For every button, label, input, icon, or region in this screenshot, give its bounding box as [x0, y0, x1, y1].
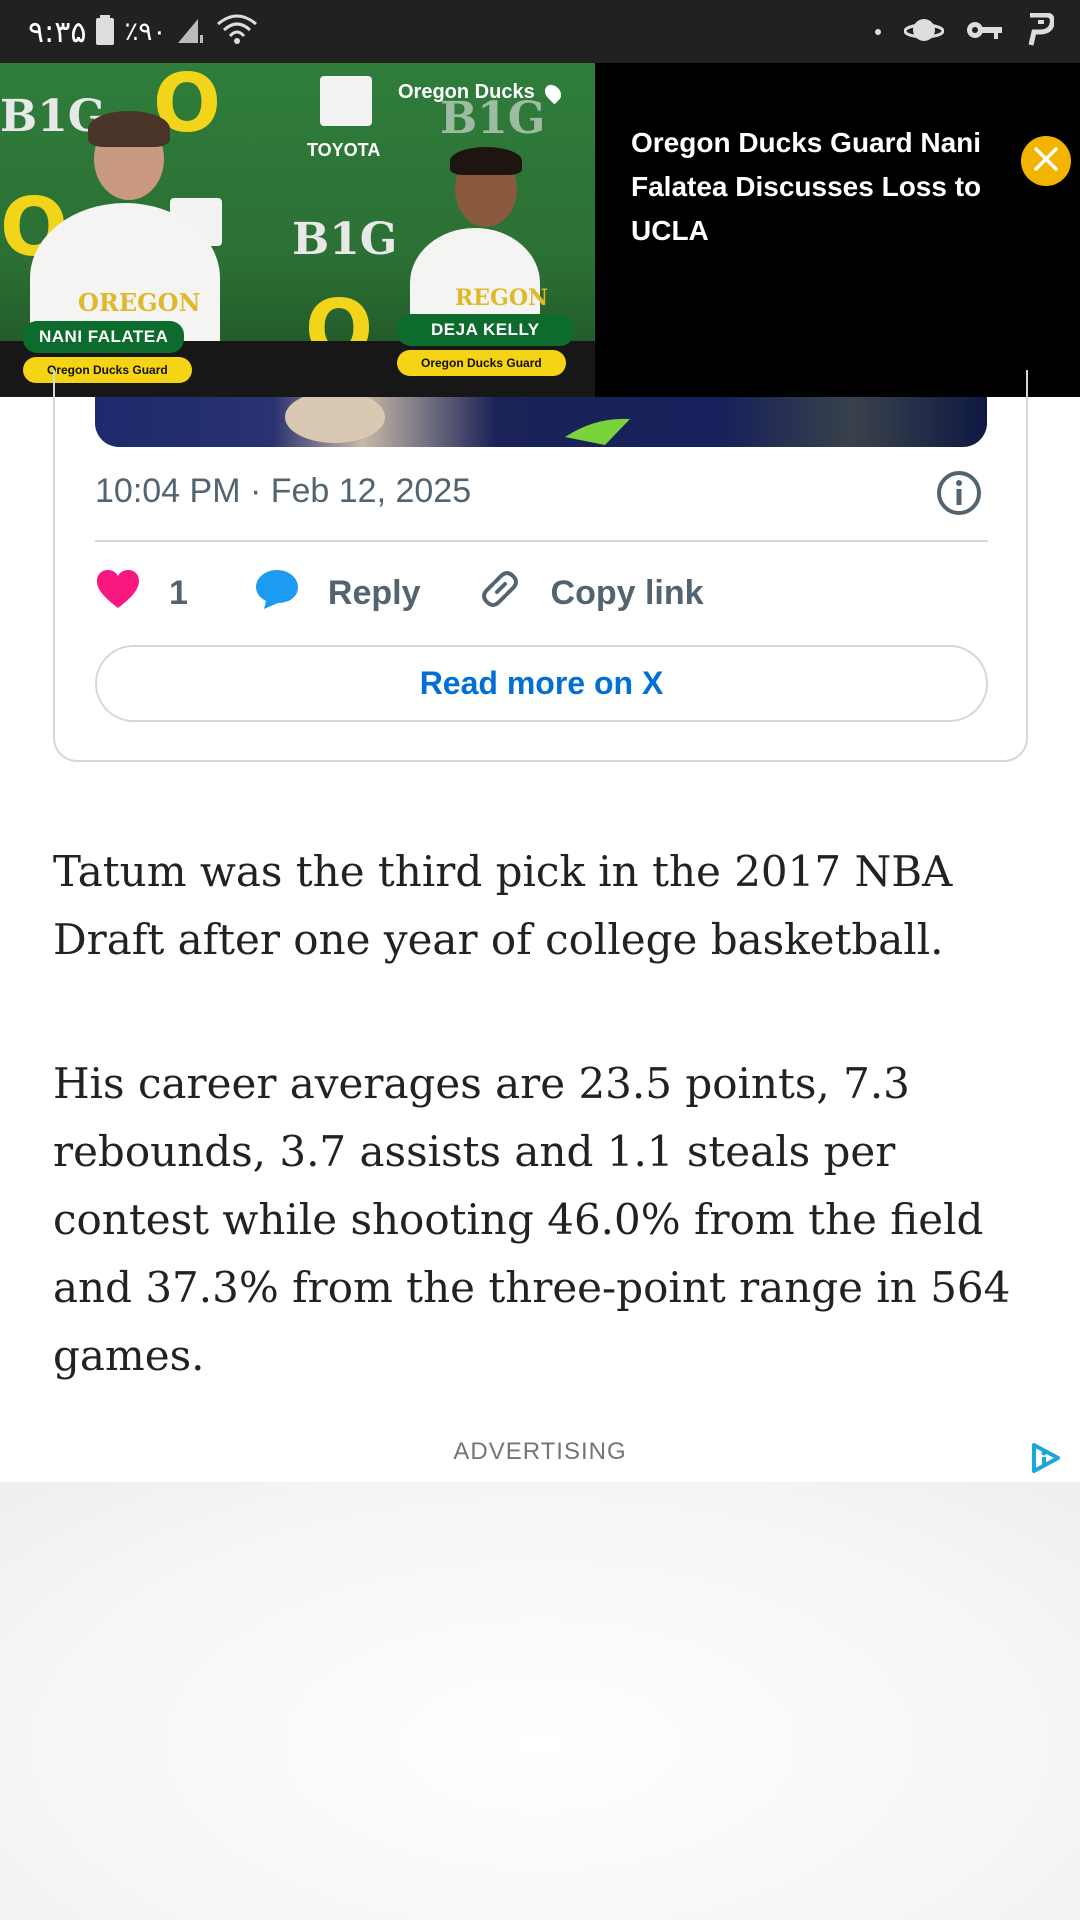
status-time: ۹:۳۵: [28, 14, 87, 50]
sponsor-text: TOYOTA: [307, 140, 381, 160]
planet-icon: [903, 14, 945, 51]
copy-link-button[interactable]: Copy link: [477, 566, 704, 621]
player-one-jersey-text: OREGON: [78, 288, 201, 317]
read-more-on-x-button[interactable]: Read more on X: [95, 645, 988, 722]
player-two-name-tag: DEJA KELLY: [397, 314, 574, 346]
status-left: ۹:۳۵ ٪۹۰: [28, 10, 258, 54]
reply-label: Reply: [327, 573, 421, 612]
close-video-button[interactable]: [1021, 136, 1071, 186]
advertising-label: ADVERTISING: [453, 1438, 627, 1465]
player-two-jersey-text: REGON: [455, 285, 549, 311]
player-one-hair: [88, 111, 170, 147]
dot-icon: [874, 23, 882, 41]
like-count: 1: [169, 573, 188, 612]
video-title[interactable]: Oregon Ducks Guard Nani Falatea Discusse…: [631, 121, 1031, 253]
video-channel: Oregon Ducks: [398, 81, 565, 105]
tweet-media-image[interactable]: [95, 397, 987, 447]
player-one-name-tag: NANI FALATEA: [23, 321, 185, 353]
status-right: [874, 10, 1055, 54]
close-icon: [1033, 146, 1059, 177]
adchoices-icon[interactable]: [1030, 1442, 1064, 1479]
location-pin-icon: [541, 81, 565, 105]
video-thumbnail[interactable]: B1G O B1G B1G O O TOYOTA OREGON REGON Or…: [0, 63, 595, 397]
tweet-actions: 1 Reply Copy link: [95, 566, 704, 620]
tweet-media-detail: [285, 397, 630, 445]
floating-video-player[interactable]: B1G O B1G B1G O O TOYOTA OREGON REGON Or…: [0, 63, 1080, 397]
tweet-timestamp[interactable]: 10:04 PM · Feb 12, 2025: [95, 472, 471, 511]
reply-button[interactable]: Reply: [254, 568, 421, 619]
copy-link-label: Copy link: [550, 573, 704, 612]
video-channel-label: Oregon Ducks: [398, 81, 535, 103]
p-app-icon: [1024, 12, 1055, 52]
article-paragraph: Tatum was the third pick in the 2017 NBA…: [53, 847, 953, 964]
tweet-divider: [95, 540, 988, 542]
backdrop-b1g-logo-center: B1G: [292, 214, 398, 265]
battery-icon: [96, 14, 115, 50]
info-icon[interactable]: [935, 469, 983, 522]
heart-icon: [95, 568, 141, 619]
link-icon: [477, 566, 523, 621]
reply-bubble-icon: [254, 568, 300, 619]
key-icon: [966, 18, 1002, 47]
toyota-logo: [320, 76, 372, 126]
status-bar: ۹:۳۵ ٪۹۰: [0, 0, 1080, 63]
advertisement-slot[interactable]: [0, 1482, 1080, 1920]
article-paragraph: His career averages are 23.5 points, 7.3…: [53, 1059, 1011, 1380]
player-two-hair: [450, 147, 522, 175]
signal-icon: [176, 15, 206, 50]
like-button[interactable]: 1: [95, 568, 188, 619]
wifi-icon: [216, 14, 258, 51]
battery-percent: ٪۹۰: [124, 17, 167, 47]
